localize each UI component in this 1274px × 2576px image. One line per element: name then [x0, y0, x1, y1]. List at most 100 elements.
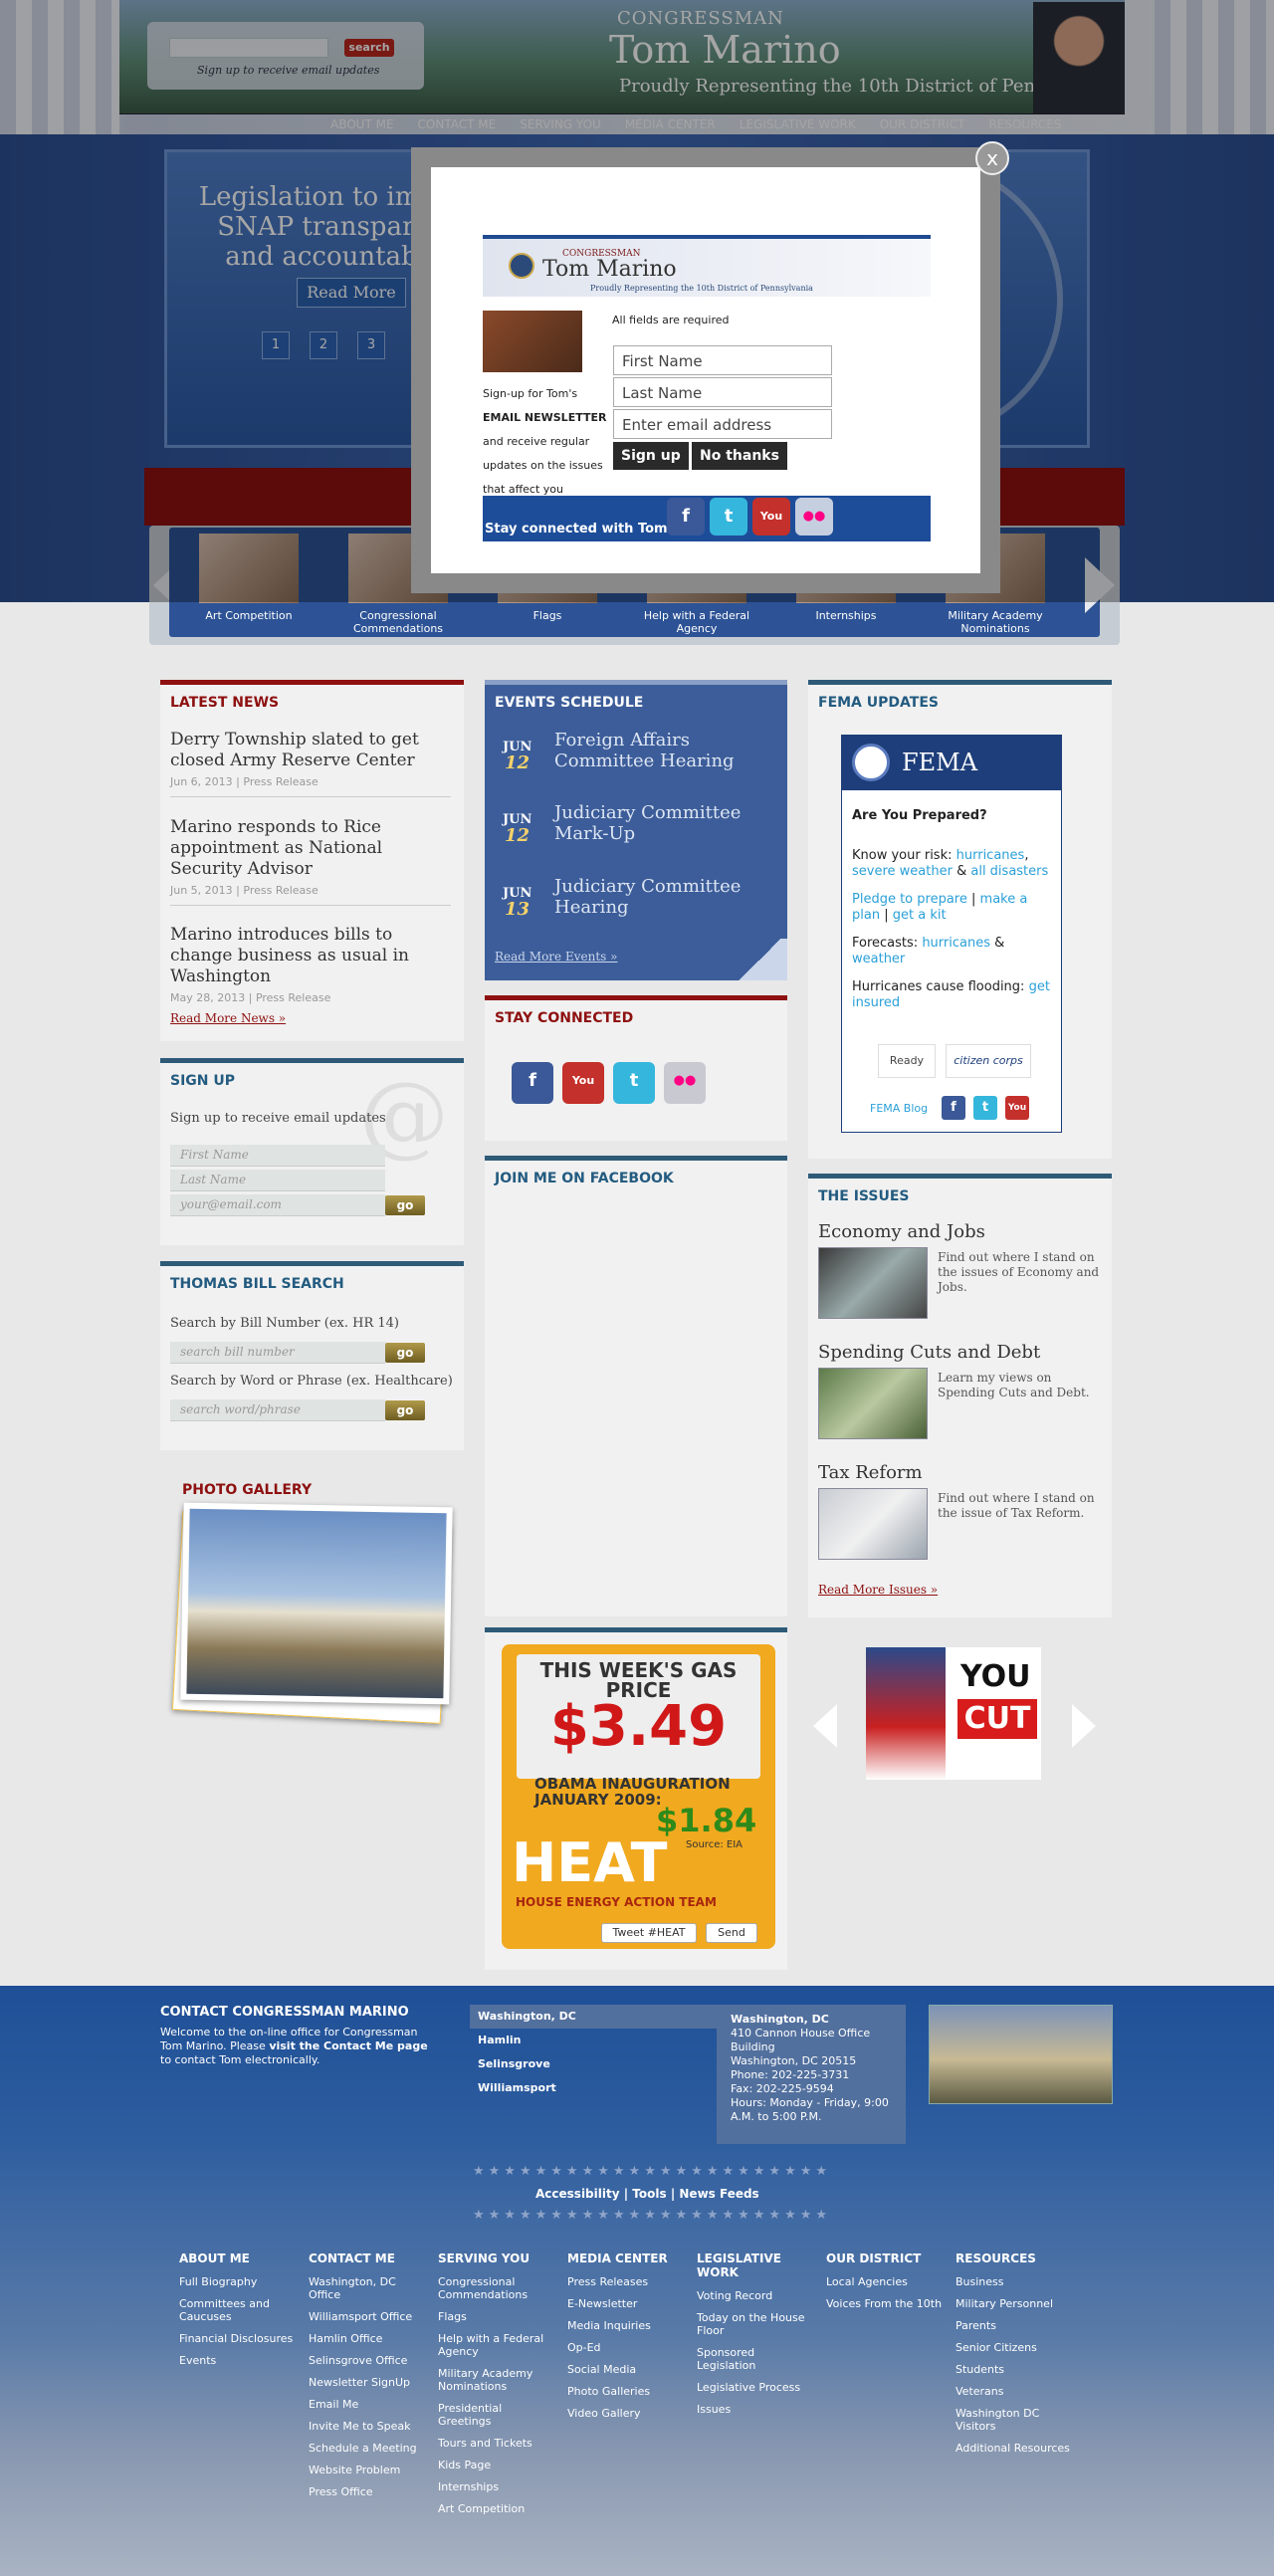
read-more-issues-link[interactable]: Read More Issues » — [818, 1583, 938, 1597]
read-more-news-link[interactable]: Read More News » — [170, 1011, 286, 1025]
fema-youtube-icon[interactable]: You — [1005, 1096, 1029, 1120]
footer-link[interactable]: Today on the House Floor — [697, 2311, 816, 2337]
footer-link[interactable]: Video Gallery — [567, 2407, 687, 2420]
footer-link[interactable]: Presidential Greetings — [438, 2402, 557, 2428]
issue-title[interactable]: Tax Reform — [818, 1462, 923, 1483]
footer-link[interactable]: Parents — [956, 2319, 1075, 2332]
twitter-icon[interactable]: t — [613, 1062, 655, 1104]
footer-column-heading[interactable]: SERVING YOU — [438, 2252, 557, 2265]
citizen-corps-logo[interactable]: citizen corps — [946, 1044, 1031, 1078]
issue-image[interactable] — [818, 1247, 928, 1319]
footer-link[interactable]: Selinsgrove Office — [309, 2354, 428, 2367]
modal-last-name-input[interactable]: Last Name — [613, 377, 832, 407]
footer-link[interactable]: Press Releases — [567, 2275, 687, 2288]
footer-link[interactable]: Voting Record — [697, 2289, 816, 2302]
footer-link[interactable]: Help with a Federal Agency — [438, 2332, 557, 2358]
signup-last-name[interactable]: Last Name — [170, 1170, 385, 1191]
footer-link[interactable]: Military Personnel — [956, 2297, 1075, 2310]
footer-link[interactable]: Issues — [697, 2403, 816, 2416]
footer-link[interactable]: Local Agencies — [826, 2275, 946, 2288]
footer-link[interactable]: Op-Ed — [567, 2341, 687, 2354]
footer-link[interactable]: Full Biography — [179, 2275, 299, 2288]
news-title[interactable]: Marino responds to Rice appointment as N… — [170, 817, 451, 880]
footer-link[interactable]: Military Academy Nominations — [438, 2367, 557, 2393]
bill-word-go[interactable]: go — [385, 1400, 425, 1420]
office-tab-williamsport[interactable]: Williamsport — [470, 2076, 717, 2100]
ready-logo[interactable]: Ready — [878, 1044, 936, 1078]
footer-link[interactable]: Flags — [438, 2310, 557, 2323]
footer-link[interactable]: Additional Resources — [956, 2442, 1075, 2455]
footer-link[interactable]: Legislative Process — [697, 2381, 816, 2394]
promo-next-icon[interactable] — [1072, 1704, 1096, 1748]
promo-prev-icon[interactable] — [813, 1704, 837, 1748]
modal-close-button[interactable]: x — [975, 141, 1009, 175]
get-kit-link[interactable]: get a kit — [893, 908, 947, 923]
issue-title[interactable]: Economy and Jobs — [818, 1221, 985, 1242]
forecast-weather-link[interactable]: weather — [852, 952, 905, 966]
footer-link[interactable]: Business — [956, 2275, 1075, 2288]
footer-link[interactable]: Students — [956, 2363, 1075, 2376]
modal-first-name-input[interactable]: First Name — [613, 345, 832, 375]
footer-link[interactable]: Sponsored Legislation — [697, 2346, 816, 2372]
bill-word-input[interactable]: search word/phrase — [170, 1399, 385, 1421]
contact-me-link[interactable]: visit the Contact Me page — [269, 2039, 427, 2052]
fema-facebook-icon[interactable]: f — [942, 1096, 965, 1120]
modal-email-input[interactable]: Enter email address — [613, 409, 832, 439]
footer-column-heading[interactable]: LEGISLATIVE WORK — [697, 2252, 816, 2279]
footer-link[interactable]: Newsletter SignUp — [309, 2376, 428, 2389]
footer-column-heading[interactable]: CONTACT ME — [309, 2252, 428, 2265]
footer-link[interactable]: Williamsport Office — [309, 2310, 428, 2323]
footer-link[interactable]: Committees and Caucuses — [179, 2297, 299, 2323]
footer-column-heading[interactable]: OUR DISTRICT — [826, 2252, 946, 2265]
tools-link[interactable]: Tools — [632, 2187, 666, 2201]
you-cut-promo[interactable]: YOU CUT — [866, 1647, 1041, 1780]
footer-column-heading[interactable]: MEDIA CENTER — [567, 2252, 687, 2265]
office-tab-hamlin[interactable]: Hamlin — [470, 2029, 717, 2052]
footer-link[interactable]: Voices From the 10th — [826, 2297, 946, 2310]
footer-link[interactable]: Internships — [438, 2480, 557, 2493]
tweet-heat-button[interactable]: Tweet #HEAT — [601, 1923, 697, 1943]
send-button[interactable]: Send — [706, 1923, 757, 1943]
read-more-events-link[interactable]: Read More Events » — [495, 950, 617, 964]
fema-twitter-icon[interactable]: t — [973, 1096, 997, 1120]
accessibility-link[interactable]: Accessibility — [535, 2187, 620, 2201]
footer-link[interactable]: Schedule a Meeting — [309, 2442, 428, 2455]
footer-link[interactable]: Congressional Commendations — [438, 2275, 557, 2301]
signup-first-name[interactable]: First Name — [170, 1145, 385, 1167]
news-item[interactable]: Derry Township slated to get closed Army… — [170, 730, 451, 797]
footer-link[interactable]: Press Office — [309, 2485, 428, 2498]
issue-title[interactable]: Spending Cuts and Debt — [818, 1342, 1040, 1363]
signup-go-button[interactable]: go — [385, 1195, 425, 1215]
footer-link[interactable]: Kids Page — [438, 2459, 557, 2471]
footer-link[interactable]: Website Problem — [309, 2464, 428, 2476]
footer-link[interactable]: Events — [179, 2354, 299, 2367]
facebook-icon[interactable]: f — [667, 498, 705, 536]
issue-image[interactable] — [818, 1488, 928, 1560]
news-item[interactable]: Marino introduces bills to change busine… — [170, 925, 451, 1012]
twitter-icon[interactable]: t — [710, 498, 747, 536]
bill-number-go[interactable]: go — [385, 1343, 425, 1363]
modal-no-thanks-button[interactable]: No thanks — [692, 442, 787, 470]
pledge-link[interactable]: Pledge to prepare — [852, 892, 967, 907]
news-title[interactable]: Marino introduces bills to change busine… — [170, 925, 451, 987]
office-tab-dc[interactable]: Washington, DC — [470, 2005, 717, 2029]
heat-ad[interactable]: THIS WEEK'S GAS PRICE $3.49 OBAMA INAUGU… — [502, 1644, 775, 1949]
modal-signup-button[interactable]: Sign up — [613, 442, 689, 470]
fema-blog-link[interactable]: FEMA Blog — [870, 1102, 928, 1115]
footer-link[interactable]: Invite Me to Speak — [309, 2420, 428, 2433]
footer-link[interactable]: Email Me — [309, 2398, 428, 2411]
news-feeds-link[interactable]: News Feeds — [679, 2187, 758, 2201]
footer-link[interactable]: Financial Disclosures — [179, 2332, 299, 2345]
footer-column-heading[interactable]: RESOURCES — [956, 2252, 1075, 2265]
facebook-icon[interactable]: f — [512, 1062, 553, 1104]
flickr-icon[interactable]: ●● — [795, 498, 833, 536]
footer-link[interactable]: Washington, DC Office — [309, 2275, 428, 2301]
event-title[interactable]: Foreign Affairs Committee Hearing — [554, 730, 773, 771]
issue-image[interactable] — [818, 1368, 928, 1439]
footer-link[interactable]: Tours and Tickets — [438, 2437, 557, 2450]
footer-column-heading[interactable]: ABOUT ME — [179, 2252, 299, 2265]
footer-link[interactable]: Photo Galleries — [567, 2385, 687, 2398]
signup-email[interactable]: your@email.com — [170, 1194, 385, 1216]
footer-link[interactable]: Art Competition — [438, 2502, 557, 2515]
hurricanes-link[interactable]: hurricanes — [956, 848, 1025, 863]
